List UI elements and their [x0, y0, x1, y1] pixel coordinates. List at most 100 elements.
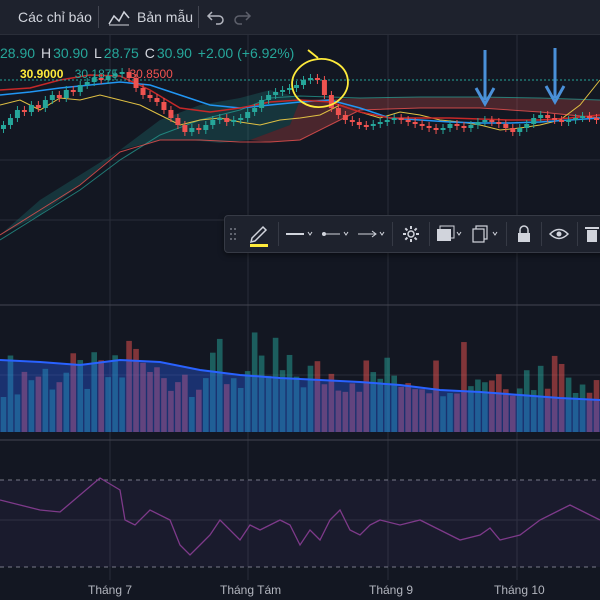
pencil-icon[interactable] [243, 216, 275, 252]
candle-body [224, 118, 230, 122]
toolbar-divider [541, 222, 542, 246]
candle-body [147, 95, 153, 98]
candle-body [7, 118, 13, 125]
candle-body [203, 125, 209, 130]
drag-handle-icon[interactable] [225, 216, 241, 252]
candle-body [503, 124, 509, 128]
candle-body [405, 120, 411, 122]
candle-body [70, 90, 76, 92]
candle-body [266, 95, 272, 100]
candle-body [391, 118, 397, 120]
candle-body [182, 125, 188, 132]
candle-body [287, 88, 293, 90]
candle-body [231, 120, 237, 122]
eye-icon[interactable] [543, 216, 575, 252]
candle-body [280, 90, 286, 92]
candle-body [419, 124, 425, 126]
candle-body [559, 120, 565, 122]
candle-body [370, 124, 376, 126]
candle-body [217, 118, 223, 120]
candle-body [294, 85, 300, 88]
candle-body [335, 108, 341, 115]
candle-body [566, 120, 572, 122]
candle-body [447, 124, 453, 128]
candle-body [482, 120, 488, 122]
x-axis-label: Tháng 9 [369, 583, 414, 597]
candle-body [440, 128, 446, 130]
line-end-icon[interactable] [353, 216, 389, 252]
candle-body [580, 116, 586, 118]
candle-body [189, 128, 195, 132]
toolbar-divider [429, 222, 430, 246]
candle-body [377, 122, 383, 124]
candle-body [300, 80, 306, 85]
trash-icon[interactable] [579, 216, 600, 252]
candle-body [412, 122, 418, 124]
line-width-icon[interactable] [317, 216, 353, 252]
candle-body [531, 118, 537, 124]
toolbar-divider [392, 222, 393, 246]
ohlc-legend: 28.90 H 30.90 L 28.75 C 30.90 +2.00 (+6.92%… [0, 45, 296, 61]
x-axis-label: Tháng Tám [220, 583, 282, 597]
open-value: 28.90 [0, 45, 36, 61]
line-style-icon[interactable] [281, 216, 317, 252]
toolbar-divider [577, 222, 578, 246]
low-value: 28.75 [103, 45, 139, 61]
candle-body [426, 126, 432, 128]
candle-body [363, 125, 369, 127]
candle-body [468, 125, 474, 128]
toolbar-divider [506, 222, 507, 246]
high-value: 30.90 [53, 45, 89, 61]
candle-body [154, 98, 160, 102]
candle-body [307, 78, 313, 80]
candle-body [273, 92, 279, 95]
candle-body [238, 118, 244, 120]
candle-body [77, 85, 83, 92]
x-axis-label: Tháng 10 [494, 583, 545, 597]
gear-icon[interactable] [395, 216, 427, 252]
candle-body [63, 90, 69, 98]
candle-body [140, 88, 146, 95]
candle-body [433, 128, 439, 130]
candle-body [454, 124, 460, 126]
candle-body [252, 108, 258, 112]
candle-body [21, 110, 27, 112]
candle-body [28, 105, 34, 112]
clone-icon[interactable] [467, 216, 503, 252]
candle-body [349, 120, 355, 122]
candle-body [14, 110, 20, 118]
toolbar-divider [278, 222, 279, 246]
candle-body [245, 112, 251, 118]
blue-arrow-annotation [474, 50, 496, 108]
candle-body [398, 118, 404, 120]
indicator-values: 30.9000 30.1875 30.8500 [0, 67, 173, 81]
candle-body [489, 120, 495, 122]
chart-canvas[interactable] [0, 0, 600, 600]
candle-body [538, 115, 544, 118]
low-label: L [94, 45, 102, 61]
drawing-toolbar [224, 215, 600, 253]
fill-icon[interactable] [431, 216, 467, 252]
close-value: 30.90 [156, 45, 192, 61]
blue-arrow-annotation [544, 48, 566, 106]
candle-body [573, 118, 579, 120]
candle-body [524, 124, 530, 128]
candle-body [0, 125, 6, 129]
indicator-value-green: 30.1875 [74, 67, 119, 81]
candle-body [594, 118, 600, 120]
candle-body [49, 95, 55, 100]
indicator-value-red: 30.8500 [129, 67, 173, 81]
candle-body [196, 128, 202, 130]
candle-body [510, 128, 516, 132]
candle-body [587, 116, 593, 118]
candle-body [84, 82, 90, 85]
lock-icon[interactable] [508, 216, 540, 252]
yellow-stroke-annotation [307, 49, 319, 59]
high-label: H [40, 45, 52, 61]
candle-body [56, 95, 62, 98]
rsi-band-fill [0, 480, 600, 567]
candle-body [314, 78, 320, 80]
candle-body [461, 126, 467, 128]
candle-body [475, 122, 481, 125]
candle-body [321, 80, 327, 95]
